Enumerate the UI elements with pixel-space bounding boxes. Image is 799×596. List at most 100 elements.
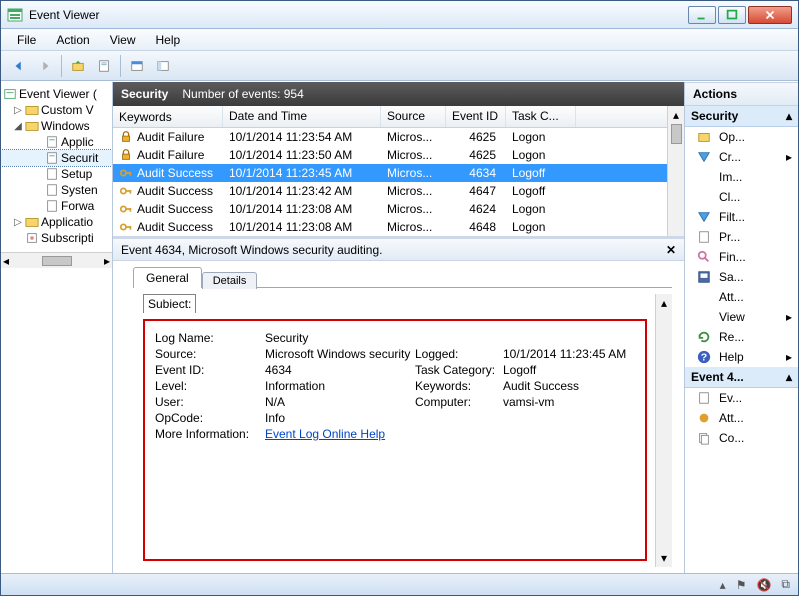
expand-icon[interactable]: ▷ [13,217,23,228]
tree-applications-services[interactable]: ▷Applicatio [1,214,112,230]
detail-highlight-box: Log Name:Security Source:Microsoft Windo… [143,319,647,561]
action-item[interactable]: Re... [685,327,798,347]
detail-title: Event 4634, Microsoft Windows security a… [121,243,382,257]
toolbar-separator [61,55,62,77]
folder-icon [25,215,39,229]
statusbar: ▴ ⚑ 🔇 ⧉ [1,573,798,595]
log-icon [45,199,59,213]
action-item[interactable]: Filt... [685,207,798,227]
log-icon [45,167,59,181]
app-icon [7,7,23,23]
tray-flag-icon[interactable]: ⚑ [736,578,747,592]
action-item[interactable]: Ev... [685,388,798,408]
svg-text:?: ? [701,352,707,364]
table-row[interactable]: Audit Success10/1/2014 11:23:42 AMMicros… [113,182,667,200]
table-row[interactable]: Audit Failure10/1/2014 11:23:50 AMMicros… [113,146,667,164]
tab-details[interactable]: Details [202,272,258,289]
tree-root[interactable]: Event Viewer ( [1,86,112,102]
column-headers: Keywords Date and Time Source Event ID T… [113,106,667,128]
menu-view[interactable]: View [102,31,144,49]
folder-icon [25,119,39,133]
back-button[interactable] [7,54,31,78]
minimize-button[interactable] [688,6,716,24]
maximize-button[interactable] [718,6,746,24]
col-keywords[interactable]: Keywords [113,106,223,127]
tree-system[interactable]: Systen [1,182,112,198]
tray-chevron-icon[interactable]: ▴ [720,578,726,592]
table-row[interactable]: Audit Success10/1/2014 11:23:45 AMMicros… [113,164,667,182]
back-arrow-icon [12,59,26,73]
close-button[interactable] [748,6,792,24]
table-vscrollbar[interactable]: ▴ [667,106,684,236]
online-help-link[interactable]: Event Log Online Help [265,427,385,441]
action-item[interactable]: Op... [685,127,798,147]
menubar: File Action View Help [1,29,798,51]
minimize-icon [695,8,709,22]
action-item[interactable]: Pr... [685,227,798,247]
action-item[interactable]: Cr...▸ [685,147,798,167]
collapse-icon[interactable]: ◢ [13,121,23,132]
action-item[interactable]: Att... [685,408,798,428]
props-icon [130,59,144,73]
tree-subscriptions[interactable]: Subscripti [1,230,112,246]
pane-icon [156,59,170,73]
body: Event Viewer ( ▷Custom V ◢Windows Applic… [1,81,798,573]
action-item[interactable]: View▸ [685,307,798,327]
tree-windows-logs[interactable]: ◢Windows [1,118,112,134]
table-row[interactable]: Audit Success10/1/2014 11:23:08 AMMicros… [113,218,667,236]
actions-pane: Actions Security▴ Op...Cr...▸Im...Cl...F… [685,82,798,573]
actions-group-security: Security▴ [685,106,798,127]
tray-network-icon[interactable]: ⧉ [781,577,790,592]
folder-up-icon [71,59,85,73]
tree-setup[interactable]: Setup [1,166,112,182]
menu-help[interactable]: Help [148,31,189,49]
subject-label: Subiect: [143,294,196,313]
table-row[interactable]: Audit Failure10/1/2014 11:23:54 AMMicros… [113,128,667,146]
action-item[interactable]: ?Help▸ [685,347,798,367]
event-count: Number of events: 954 [182,87,303,101]
up-folder-button[interactable] [66,54,90,78]
collapse-icon[interactable]: ▴ [786,109,792,123]
tree-application[interactable]: Applic [1,134,112,150]
actions-title: Actions [685,82,798,106]
expand-icon[interactable]: ▷ [13,105,23,116]
tab-general[interactable]: General [133,267,202,288]
log-icon [45,151,59,165]
action-item[interactable]: Im... [685,167,798,187]
col-eventid[interactable]: Event ID [446,106,506,127]
col-taskcat[interactable]: Task C... [506,106,576,127]
menu-action[interactable]: Action [48,31,97,49]
window-title: Event Viewer [29,8,688,22]
tray-volume-icon[interactable]: 🔇 [756,578,771,592]
action-item[interactable]: Att... [685,287,798,307]
refresh-button[interactable] [92,54,116,78]
pane-button[interactable] [151,54,175,78]
forward-arrow-icon [38,59,52,73]
log-icon [45,135,59,149]
toolbar-separator [120,55,121,77]
collapse-icon[interactable]: ▴ [786,370,792,384]
tree-forwarded[interactable]: Forwa [1,198,112,214]
action-item[interactable]: Sa... [685,267,798,287]
detail-header: Event 4634, Microsoft Windows security a… [113,239,684,261]
action-item[interactable]: Fin... [685,247,798,267]
tree-security[interactable]: Securit [1,150,112,166]
titlebar: Event Viewer [1,1,798,29]
col-source[interactable]: Source [381,106,446,127]
tree-pane: Event Viewer ( ▷Custom V ◢Windows Applic… [1,82,113,573]
detail-close-button[interactable]: ✕ [666,243,676,257]
event-viewer-icon [3,87,17,101]
props-button[interactable] [125,54,149,78]
menu-file[interactable]: File [9,31,44,49]
folder-icon [25,103,39,117]
tree-custom-views[interactable]: ▷Custom V [1,102,112,118]
col-datetime[interactable]: Date and Time [223,106,381,127]
action-item[interactable]: Co... [685,428,798,448]
action-item[interactable]: Cl... [685,187,798,207]
table-body: Audit Failure10/1/2014 11:23:54 AMMicros… [113,128,667,236]
forward-button[interactable] [33,54,57,78]
tree-hscrollbar[interactable]: ◂▸ [1,252,112,268]
table-row[interactable]: Audit Success10/1/2014 11:23:08 AMMicros… [113,200,667,218]
detail-pane: Event 4634, Microsoft Windows security a… [113,236,684,573]
detail-vscrollbar[interactable]: ▴▾ [655,294,672,567]
